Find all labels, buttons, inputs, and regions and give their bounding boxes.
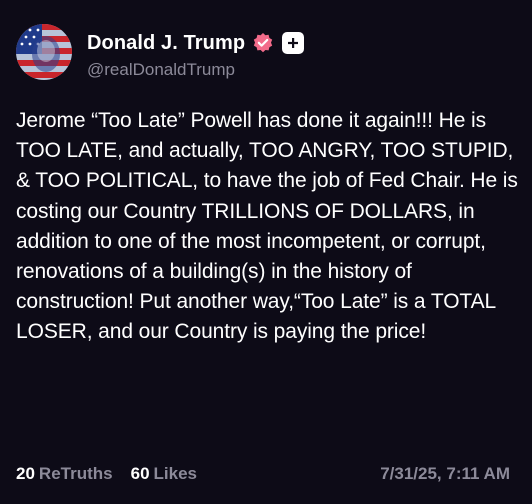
author-identity: Donald J. Trump @realDonaldTrump bbox=[87, 29, 305, 80]
display-name[interactable]: Donald J. Trump bbox=[87, 32, 245, 55]
likes-count: 60 bbox=[130, 464, 150, 483]
post-timestamp[interactable]: 7/31/25, 7:11 AM bbox=[380, 464, 510, 484]
truth-post: Donald J. Trump @realDonaldTrump Jerome … bbox=[0, 0, 532, 504]
likes-label: Likes bbox=[153, 464, 198, 483]
retruths-count: 20 bbox=[16, 464, 35, 483]
retruths-stat[interactable]: 20 ReTruths bbox=[16, 464, 113, 484]
post-text: Jerome “Too Late” Powell has done it aga… bbox=[16, 109, 518, 344]
flag-portrait-avatar-icon bbox=[16, 24, 72, 80]
plus-icon[interactable] bbox=[282, 32, 305, 54]
post-footer: 20 ReTruths 60 Likes 7/31/25, 7:11 AM bbox=[16, 464, 510, 484]
name-row: Donald J. Trump bbox=[87, 29, 305, 57]
author-handle[interactable]: @realDonaldTrump bbox=[87, 60, 304, 80]
likes-stat[interactable]: 60 Likes bbox=[131, 464, 197, 484]
avatar[interactable] bbox=[16, 24, 72, 80]
post-header: Donald J. Trump @realDonaldTrump bbox=[16, 24, 305, 80]
retruths-label: ReTruths bbox=[38, 464, 113, 483]
verified-badge-icon bbox=[252, 32, 274, 54]
